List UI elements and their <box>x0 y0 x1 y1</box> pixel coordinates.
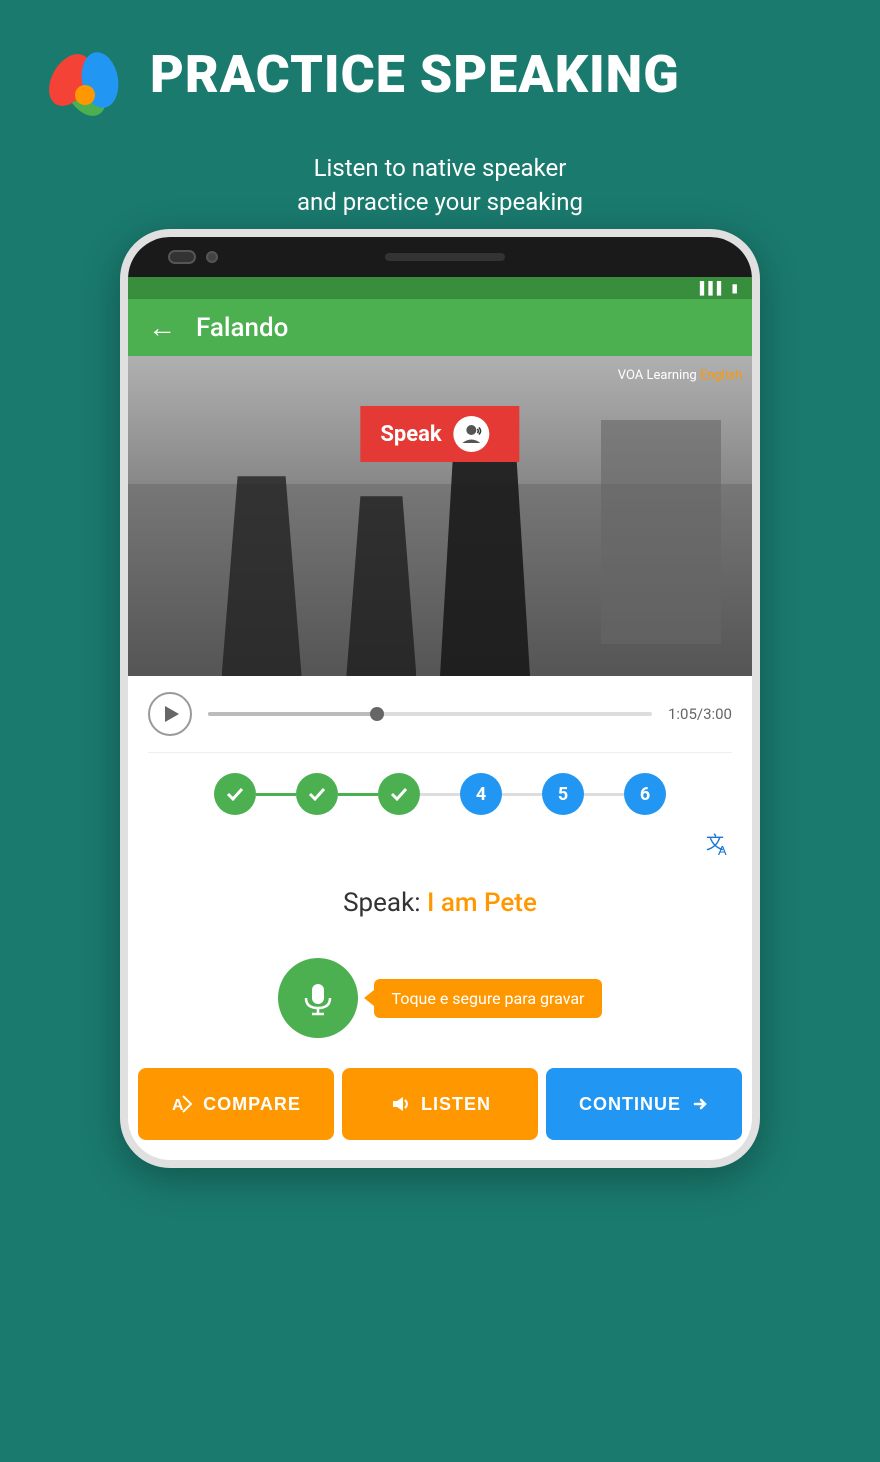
building <box>601 420 721 644</box>
step-6: 6 <box>624 773 666 815</box>
play-button[interactable] <box>148 692 192 736</box>
speak-phrase: Speak: I am Pete <box>128 868 752 948</box>
step-3-circle <box>378 773 420 815</box>
step-2-circle <box>296 773 338 815</box>
camera-dot <box>206 251 218 263</box>
speak-overlay: Speak <box>360 406 519 462</box>
phone-wrapper: ▌▌▌ ▮ ← Falando Speak <box>0 229 880 1168</box>
header: PRACTICE SPEAKING <box>0 0 880 140</box>
header-text: PRACTICE SPEAKING <box>150 49 680 101</box>
progress-bar[interactable] <box>208 712 652 716</box>
speak-label: Speak <box>380 422 441 447</box>
camera-lens <box>168 250 196 264</box>
step-1-circle <box>214 773 256 815</box>
step-5-circle: 5 <box>542 773 584 815</box>
step-line-4 <box>502 793 542 796</box>
progress-fill <box>208 712 377 716</box>
step-2 <box>296 773 338 815</box>
steps-area: 4 5 6 <box>128 753 752 825</box>
compare-icon: A <box>171 1093 193 1115</box>
phone-camera <box>168 250 218 264</box>
speaker-silhouette-icon <box>461 423 483 445</box>
subtitle: Listen to native speaker and practice yo… <box>60 152 820 219</box>
subtitle-area: Listen to native speaker and practice yo… <box>0 152 880 219</box>
brand-prefix: VOA Learning <box>618 368 697 383</box>
step-6-circle: 6 <box>624 773 666 815</box>
compare-label: COMPARE <box>203 1094 301 1115</box>
step-4-circle: 4 <box>460 773 502 815</box>
compare-button[interactable]: A COMPARE <box>138 1068 334 1140</box>
translate-icon-area[interactable]: 文 A <box>128 825 752 868</box>
step-4: 4 <box>460 773 502 815</box>
speak-prefix: Speak: <box>343 888 427 918</box>
svg-text:A: A <box>718 843 727 857</box>
app-bar: ← Falando <box>128 299 752 356</box>
battery-icon: ▮ <box>731 281 738 295</box>
continue-button[interactable]: CONTINUE <box>546 1068 742 1140</box>
speak-text: I am Pete <box>427 888 537 918</box>
step-line-3 <box>420 793 460 796</box>
listen-label: LISTEN <box>421 1094 491 1115</box>
video-area: Speak VOA Learning English <box>128 356 752 676</box>
phone: ▌▌▌ ▮ ← Falando Speak <box>120 229 760 1168</box>
phone-top-bar <box>128 237 752 277</box>
time-display: 1:05/3:00 <box>668 705 732 723</box>
brand-suffix: English <box>700 368 742 383</box>
video-scene <box>128 356 752 676</box>
logo-icon <box>40 30 130 120</box>
figure-right <box>440 446 530 676</box>
bottom-buttons: A COMPARE LISTEN CONTINUE <box>128 1058 752 1160</box>
continue-label: CONTINUE <box>579 1094 681 1115</box>
mic-area: Toque e segure para gravar <box>128 948 752 1058</box>
step-line-1 <box>256 793 296 796</box>
app-title: PRACTICE SPEAKING <box>150 49 680 101</box>
listen-icon <box>389 1093 411 1115</box>
signal-icon: ▌▌▌ <box>700 281 726 295</box>
check-icon-3 <box>389 784 409 804</box>
back-button[interactable]: ← <box>148 311 176 344</box>
mic-button[interactable] <box>278 958 358 1038</box>
translate-icon[interactable]: 文 A <box>704 829 732 864</box>
mic-icon <box>300 980 336 1016</box>
progress-handle[interactable] <box>370 707 384 721</box>
phone-speaker <box>385 253 505 261</box>
step-5: 5 <box>542 773 584 815</box>
screen-title: Falando <box>196 313 288 343</box>
mic-tooltip: Toque e segure para gravar <box>374 979 603 1018</box>
step-line-2 <box>338 793 378 796</box>
check-icon-1 <box>225 784 245 804</box>
translate-svg-icon: 文 A <box>704 829 732 857</box>
step-3 <box>378 773 420 815</box>
step-line-5 <box>584 793 624 796</box>
status-bar: ▌▌▌ ▮ <box>128 277 752 299</box>
speak-icon-button <box>454 416 490 452</box>
listen-button[interactable]: LISTEN <box>342 1068 538 1140</box>
brand-tag: VOA Learning English <box>618 368 742 383</box>
step-1 <box>214 773 256 815</box>
check-icon-2 <box>307 784 327 804</box>
progress-area[interactable]: 1:05/3:00 <box>128 676 752 752</box>
play-icon <box>165 706 179 722</box>
continue-arrow-icon <box>691 1095 709 1113</box>
